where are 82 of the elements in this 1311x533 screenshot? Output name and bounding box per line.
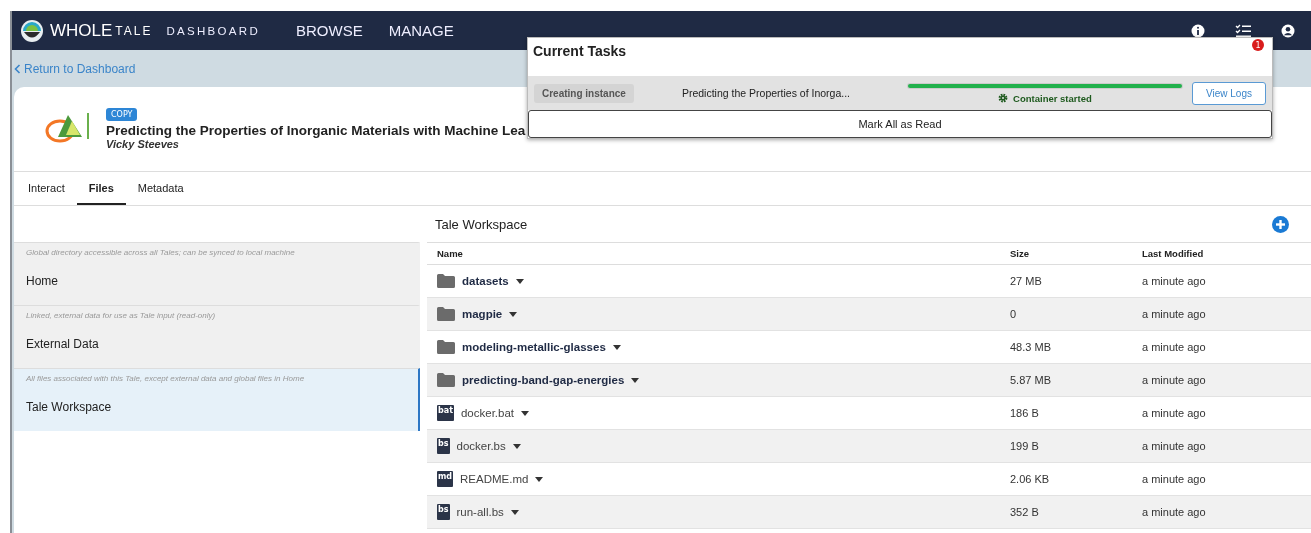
info-icon[interactable] (1191, 23, 1205, 38)
file-name[interactable]: predicting-band-gap-energies (462, 374, 625, 386)
sidebar-description: Global directory accessible across all Tales; can be synced to local machine (26, 248, 296, 257)
column-header[interactable]: Last Modified (1142, 248, 1204, 259)
notification-badge: 1 (1252, 39, 1264, 51)
tab[interactable]: Interact (16, 172, 77, 205)
folder-icon (437, 274, 455, 288)
sidebar-item[interactable]: Global directory accessible across all Tales; can be synced to local machine Home (14, 242, 420, 305)
caret-icon[interactable] (515, 278, 524, 284)
column-header[interactable]: Name (437, 248, 1010, 259)
brand-name[interactable]: TALE (115, 23, 153, 38)
caret-icon[interactable] (509, 311, 518, 317)
file-name[interactable]: README.md (460, 473, 529, 485)
sidebar-label: Home (26, 274, 59, 288)
sidebar-description: All files associated with this Tale, except external data and global files in Home (26, 374, 306, 383)
table-cell: a minute ago (1142, 374, 1206, 386)
tab[interactable]: Metadata (125, 172, 196, 205)
table-cell: a minute ago (1142, 440, 1206, 452)
table-cell: a minute ago (1142, 407, 1206, 419)
brand-name[interactable]: WHOLE (50, 20, 113, 41)
table-cell: a minute ago (1142, 275, 1206, 287)
file-row[interactable]: bs docker.bs 199 B a minute ago (427, 430, 1311, 463)
file-row[interactable]: bs run-all.bs 352 B a minute ago (427, 496, 1311, 529)
folder-icon (437, 307, 455, 321)
table-cell: a minute ago (1142, 473, 1206, 485)
table-cell: a minute ago (1142, 506, 1206, 518)
sidebar-label: Tale Workspace (26, 400, 113, 414)
file-icon: bs (437, 504, 450, 520)
file-row[interactable]: magpie 0 a minute ago (427, 298, 1311, 331)
nav-link[interactable]: BROWSE (296, 22, 363, 39)
tale-author: Vicky Steeves (106, 138, 179, 150)
table-cell-text: 5.87 MB (1010, 374, 1052, 386)
table-cell: a minute ago (1142, 341, 1206, 353)
user-icon[interactable] (1281, 23, 1295, 38)
file-name[interactable]: run-all.bs (456, 506, 504, 518)
sidebar-item[interactable]: Linked, external data for use as Tale input (read-only) External Data (14, 305, 420, 368)
file-icon: bs (437, 438, 450, 454)
folder-icon (437, 373, 455, 387)
task-list-icon[interactable] (1235, 23, 1251, 38)
table-cell-text: 352 B (1010, 506, 1040, 518)
caret-icon[interactable] (512, 443, 521, 449)
caret-icon[interactable] (612, 344, 621, 350)
file-row[interactable]: predicting-band-gap-energies 5.87 MB a minute ago (427, 364, 1311, 397)
view-logs-button[interactable]: View Logs (1192, 81, 1266, 105)
task-name: Predicting the Properties of Inorga... (681, 87, 851, 99)
folder-icon (437, 340, 455, 354)
task-tag: Creating instance (534, 83, 634, 103)
sidebar-description: Linked, external data for use as Tale input (read-only) (26, 311, 217, 320)
tab[interactable]: Files (76, 172, 126, 205)
copy-badge: COPY (106, 108, 138, 121)
sidebar-label: External Data (26, 337, 100, 351)
sidebar-item[interactable]: All files associated with this Tale, except external data and global files in Home Tale Workspace (14, 368, 420, 431)
popup-title: Current Tasks (533, 43, 627, 59)
file-name[interactable]: magpie (462, 308, 503, 320)
table-cell-text: 2.06 KB (1010, 473, 1051, 485)
table-cell: a minute ago (1142, 308, 1206, 320)
table-cell-text: 27 MB (1010, 275, 1043, 287)
caret-icon[interactable] (631, 377, 640, 383)
nav-link[interactable]: MANAGE (388, 22, 454, 39)
workspace-title: Tale Workspace (435, 216, 528, 232)
add-icon[interactable] (1272, 215, 1289, 233)
nav-link[interactable]: DASHBOARD (166, 24, 260, 37)
column-header[interactable]: Size (1010, 248, 1142, 259)
caret-icon[interactable] (510, 509, 519, 515)
chevron-left-icon (14, 63, 21, 74)
caret-icon[interactable] (535, 476, 544, 482)
gear-icon (998, 93, 1009, 103)
file-icon: md (437, 471, 454, 487)
logo-icon[interactable] (20, 18, 44, 43)
table-cell-text: 0 (1010, 308, 1018, 320)
table-cell-text: 48.3 MB (1010, 341, 1052, 353)
tale-title: Predicting the Properties of Inorganic Materials with Machine Lea (106, 123, 526, 138)
caret-icon[interactable] (521, 410, 530, 416)
file-name[interactable]: docker.bs (456, 440, 506, 452)
table-cell-text: 186 B (1010, 407, 1040, 419)
file-name[interactable]: docker.bat (460, 407, 515, 419)
file-icon: bat (437, 405, 454, 421)
mark-all-read-button[interactable]: Mark All as Read (528, 110, 1272, 138)
file-name[interactable]: modeling-metallic-glasses (462, 341, 606, 353)
file-name[interactable]: datasets (462, 275, 509, 287)
table-cell-text: 199 B (1010, 440, 1040, 452)
task-status: Container started (1013, 92, 1092, 104)
